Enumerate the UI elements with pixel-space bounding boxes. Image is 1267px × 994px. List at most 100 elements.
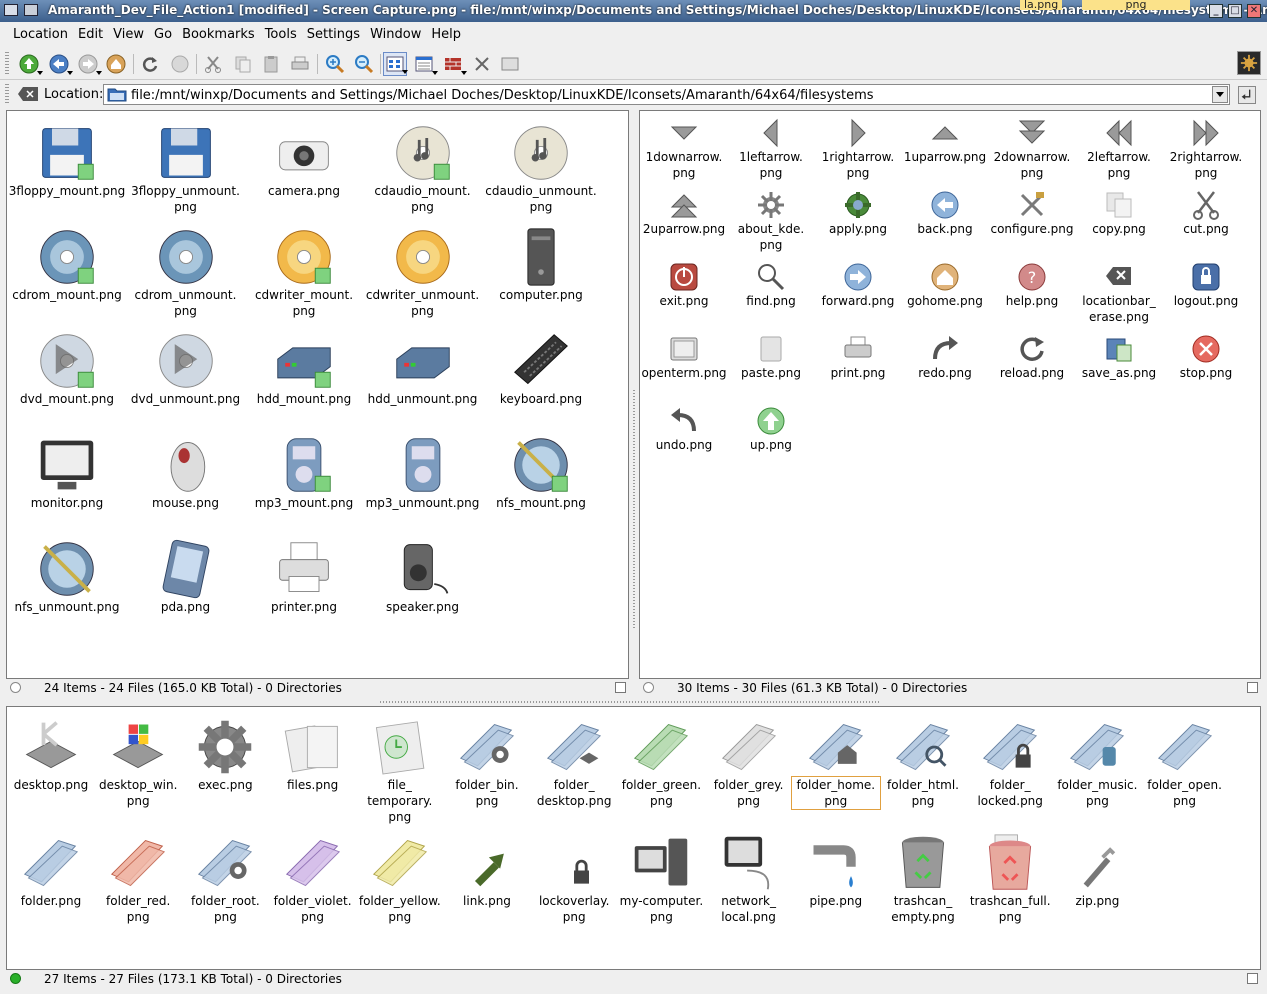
file-item-folder-green[interactable]: folder_green. png (617, 713, 705, 809)
file-item-folder-music[interactable]: folder_music. png (1053, 713, 1141, 809)
file-item-network-local[interactable]: network_ local.png (705, 829, 793, 925)
view-active-indicator[interactable] (10, 973, 21, 984)
file-item-help[interactable]: ? help.png (988, 261, 1076, 309)
window-app-icon[interactable] (4, 4, 18, 16)
file-item-print[interactable]: print.png (814, 333, 902, 381)
bottom-file-view[interactable]: desktop.png desktop_win. png exec.png files… (6, 706, 1261, 970)
copy-icon[interactable] (231, 52, 255, 76)
title-bar[interactable]: Amaranth_Dev_File_Action1 [modified] - S… (0, 0, 1267, 22)
file-item-1leftarrow[interactable]: 1leftarrow. png (727, 117, 815, 181)
file-item-stop[interactable]: stop.png (1162, 333, 1250, 381)
file-item-forward[interactable]: forward.png (814, 261, 902, 309)
file-item-folder[interactable]: folder.png (7, 829, 95, 909)
file-item-zip[interactable]: zip.png (1053, 829, 1141, 909)
chevron-down-icon[interactable] (1212, 86, 1228, 103)
file-item-undo[interactable]: undo.png (640, 405, 728, 453)
file-item-cdwriter-mount[interactable]: cdwriter_mount. png (244, 223, 364, 319)
file-item-copy[interactable]: copy.png (1075, 189, 1163, 237)
zoom-out-icon[interactable] (352, 52, 376, 76)
file-item-folder-open[interactable]: folder_open. png (1141, 713, 1229, 809)
clear-location-icon[interactable] (17, 86, 39, 102)
file-item-dvd-unmount[interactable]: dvd_unmount.png (126, 327, 246, 407)
file-item-3floppy-unmount[interactable]: 3floppy_unmount. png (126, 119, 246, 215)
file-item-cdaudio-mount[interactable]: cdaudio_mount. png (363, 119, 483, 215)
home-icon[interactable] (104, 52, 128, 76)
file-item-folder-desktop[interactable]: folder_ desktop.png (530, 713, 618, 809)
file-item-gohome[interactable]: gohome.png (901, 261, 989, 309)
file-item-apply[interactable]: apply.png (814, 189, 902, 237)
file-item-nfs-unmount[interactable]: nfs_unmount.png (7, 535, 127, 615)
file-item-reload[interactable]: reload.png (988, 333, 1076, 381)
file-item-folder-root[interactable]: folder_root. png (181, 829, 269, 925)
file-item-link[interactable]: link.png (443, 829, 531, 909)
file-item-dvd-mount[interactable]: dvd_mount.png (7, 327, 127, 407)
file-item-monitor[interactable]: monitor.png (7, 431, 127, 511)
horizontal-splitter[interactable] (0, 698, 1267, 706)
file-item-folder-home[interactable]: folder_home. png (790, 713, 881, 810)
file-item-printer[interactable]: printer.png (244, 535, 364, 615)
file-item-1uparrow[interactable]: 1uparrow.png (901, 117, 989, 165)
file-item-locationbar-erase[interactable]: locationbar_ erase.png (1075, 261, 1163, 325)
file-item-files[interactable]: files.png (269, 713, 357, 793)
security-icon[interactable] (441, 52, 467, 76)
vertical-splitter[interactable] (631, 110, 637, 698)
file-item-folder-locked[interactable]: folder_ locked.png (966, 713, 1054, 809)
file-item-folder-grey[interactable]: folder_grey. png (705, 713, 793, 809)
toolbar-grip[interactable] (5, 52, 9, 76)
menu-edit[interactable]: Edit (71, 22, 106, 42)
link-view-checkbox[interactable] (1247, 973, 1258, 984)
file-item-folder-bin[interactable]: folder_bin. png (443, 713, 531, 809)
detail-view-icon[interactable] (412, 52, 438, 76)
view-active-indicator[interactable] (643, 682, 654, 693)
reload-icon[interactable] (138, 52, 162, 76)
file-item-nfs-mount[interactable]: nfs_mount.png (481, 431, 601, 511)
file-item-exec[interactable]: exec.png (181, 713, 269, 793)
taskbar-tab[interactable]: png (1082, 0, 1190, 10)
file-item-desktop[interactable]: desktop.png (7, 713, 95, 793)
file-item-my-computer[interactable]: my-computer. png (617, 829, 705, 925)
print-icon[interactable] (288, 52, 312, 76)
file-item-folder-violet[interactable]: folder_violet. png (269, 829, 357, 925)
file-item-file-temporary[interactable]: file_ temporary. png (356, 713, 444, 825)
file-item-exit[interactable]: exit.png (640, 261, 728, 309)
file-item-desktop-win[interactable]: desktop_win. png (94, 713, 182, 809)
file-item-2downarrow[interactable]: 2downarrow. png (988, 117, 1076, 181)
file-item-hdd-unmount[interactable]: hdd_unmount.png (363, 327, 483, 407)
file-item-camera[interactable]: camera.png (244, 119, 364, 199)
file-item-1rightarrow[interactable]: 1rightarrow. png (814, 117, 902, 181)
file-item-speaker[interactable]: speaker.png (363, 535, 483, 615)
file-item-2uparrow[interactable]: 2uparrow.png (640, 189, 728, 237)
file-item-2leftarrow[interactable]: 2leftarrow. png (1075, 117, 1163, 181)
file-item-cut[interactable]: cut.png (1162, 189, 1250, 237)
menu-settings[interactable]: Settings (300, 22, 363, 42)
menu-location[interactable]: Location (6, 22, 71, 42)
file-item-back[interactable]: back.png (901, 189, 989, 237)
file-item-mp3-unmount[interactable]: mp3_unmount.png (363, 431, 483, 511)
cut-icon[interactable] (201, 52, 225, 76)
file-item-folder-red[interactable]: folder_red. png (94, 829, 182, 925)
file-item-cdaudio-unmount[interactable]: cdaudio_unmount. png (481, 119, 601, 215)
window-menu-icon[interactable] (24, 4, 38, 16)
zoom-in-icon[interactable] (323, 52, 347, 76)
menu-go[interactable]: Go (147, 22, 175, 42)
paste-icon[interactable] (259, 52, 283, 76)
file-item-cdrom-mount[interactable]: cdrom_mount.png (7, 223, 127, 303)
minimize-icon[interactable]: _ (1209, 4, 1223, 18)
file-item-logout[interactable]: logout.png (1162, 261, 1250, 309)
link-view-checkbox[interactable] (615, 682, 626, 693)
file-item-keyboard[interactable]: keyboard.png (481, 327, 601, 407)
locationbar-grip[interactable] (5, 84, 9, 104)
view-active-indicator[interactable] (10, 682, 21, 693)
file-item-about-kde[interactable]: about_kde. png (727, 189, 815, 253)
file-item-redo[interactable]: redo.png (901, 333, 989, 381)
file-item-mp3-mount[interactable]: mp3_mount.png (244, 431, 364, 511)
file-item-pda[interactable]: pda.png (126, 535, 246, 615)
taskbar-tab[interactable]: la.png (1020, 0, 1063, 10)
file-item-up[interactable]: up.png (727, 405, 815, 453)
link-view-checkbox[interactable] (1247, 682, 1258, 693)
menu-help[interactable]: Help (424, 22, 464, 42)
icon-view-icon[interactable] (383, 52, 408, 76)
go-icon[interactable] (1238, 86, 1256, 104)
file-item-trashcan-full[interactable]: trashcan_full. png (966, 829, 1054, 925)
file-item-find[interactable]: find.png (727, 261, 815, 309)
